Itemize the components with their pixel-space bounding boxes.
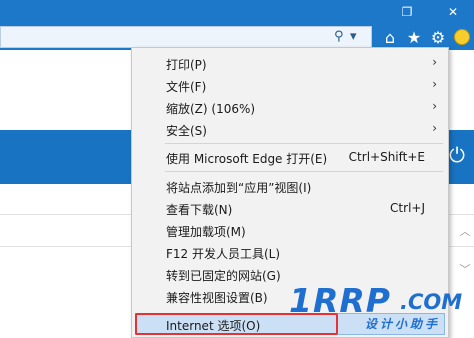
title-bar: ❐ ✕ bbox=[0, 0, 474, 24]
menu-item-file[interactable]: 文件(F) › bbox=[135, 74, 445, 96]
menu-item-label: 查看下载(N) bbox=[166, 203, 233, 217]
menu-separator bbox=[165, 171, 443, 172]
menu-item-label: 管理加载项(M) bbox=[166, 225, 246, 239]
search-icon[interactable]: ⚲ bbox=[334, 26, 344, 46]
menu-item-shortcut: Ctrl+J bbox=[390, 201, 425, 215]
menu-item-dev-tools[interactable]: F12 开发人员工具(L) bbox=[135, 241, 445, 263]
menu-item-safety[interactable]: 安全(S) › bbox=[135, 118, 445, 140]
menu-item-label: 转到已固定的网站(G) bbox=[166, 269, 281, 283]
watermark-tagline: 设计小助手 bbox=[365, 317, 441, 331]
menu-item-label: 兼容性视图设置(B) bbox=[166, 291, 268, 305]
gear-icon[interactable]: ⚙ bbox=[427, 26, 449, 48]
power-icon[interactable]: ⏻ bbox=[446, 143, 468, 167]
chevron-down-icon[interactable]: ﹀ bbox=[458, 262, 472, 276]
watermark-logo: 1RRP bbox=[289, 281, 391, 320]
chevron-right-icon: › bbox=[432, 55, 437, 69]
favorites-star-icon[interactable]: ★ bbox=[403, 26, 425, 48]
close-icon[interactable]: ✕ bbox=[436, 0, 470, 24]
menu-item-manage-addons[interactable]: 管理加载项(M) bbox=[135, 219, 445, 241]
chevron-right-icon: › bbox=[432, 77, 437, 91]
menu-item-print[interactable]: 打印(P) › bbox=[135, 52, 445, 74]
menu-item-label: 将站点添加到“应用”视图(I) bbox=[166, 181, 312, 195]
feedback-smiley-icon[interactable] bbox=[454, 29, 470, 45]
menu-item-label: 安全(S) bbox=[166, 124, 207, 138]
menu-item-view-downloads[interactable]: 查看下载(N) Ctrl+J bbox=[135, 197, 445, 219]
menu-item-label: 缩放(Z) (106%) bbox=[166, 102, 256, 116]
menu-item-open-with-edge[interactable]: 使用 Microsoft Edge 打开(E) Ctrl+Shift+E bbox=[135, 146, 445, 168]
menu-item-label: 文件(F) bbox=[166, 80, 207, 94]
chevron-right-icon: › bbox=[432, 121, 437, 135]
chevron-right-icon: › bbox=[432, 99, 437, 113]
restore-icon[interactable]: ❐ bbox=[390, 0, 424, 24]
menu-item-label: 使用 Microsoft Edge 打开(E) bbox=[166, 152, 328, 166]
address-input[interactable] bbox=[0, 26, 372, 48]
watermark-logo-domain: .COM bbox=[400, 290, 463, 314]
chevron-down-icon[interactable]: ▾ bbox=[350, 26, 357, 46]
menu-separator bbox=[165, 143, 443, 144]
menu-item-label: 打印(P) bbox=[166, 58, 207, 72]
menu-item-zoom[interactable]: 缩放(Z) (106%) › bbox=[135, 96, 445, 118]
menu-item-shortcut: Ctrl+Shift+E bbox=[348, 150, 425, 164]
home-icon[interactable]: ⌂ bbox=[379, 26, 401, 48]
menu-item-label: F12 开发人员工具(L) bbox=[166, 247, 281, 261]
chevron-up-icon[interactable]: ︿ bbox=[458, 224, 472, 238]
menu-item-add-to-apps[interactable]: 将站点添加到“应用”视图(I) bbox=[135, 175, 445, 197]
